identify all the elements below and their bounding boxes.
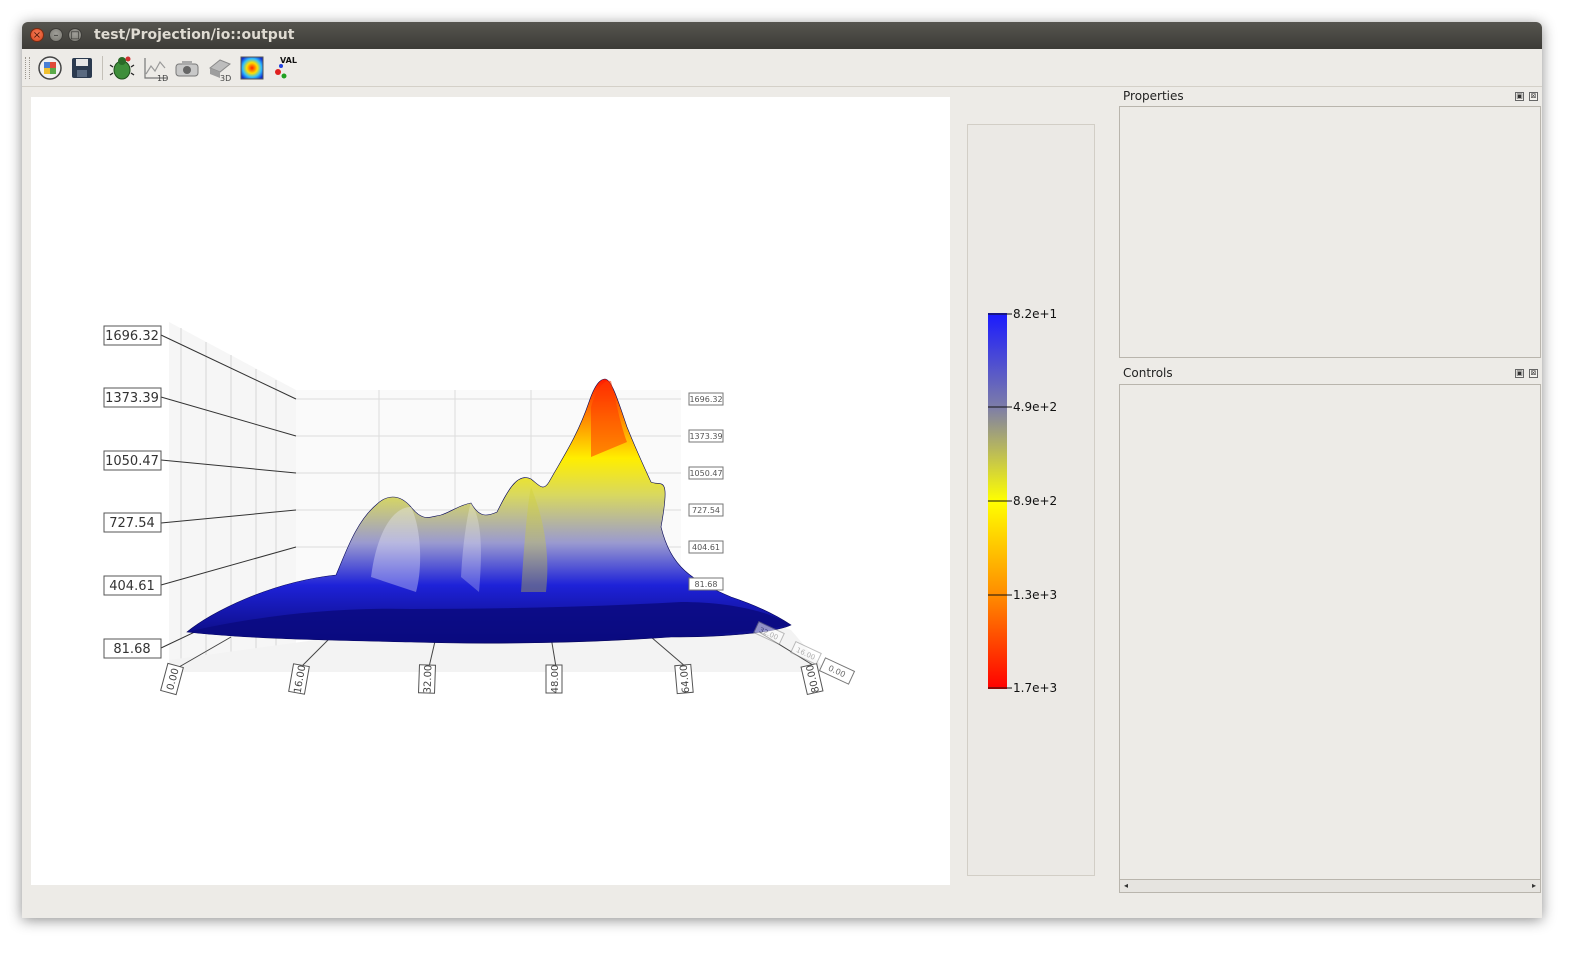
x-tick-label: 32.00 (423, 665, 435, 694)
z-tick-label-small: 1373.39 (689, 432, 722, 441)
z-tick-label-small: 1696.32 (689, 395, 722, 404)
title-bar[interactable]: × – □ test/Projection/io::output (22, 22, 1542, 49)
z-axis-labels-right: 1696.32 1373.39 1050.47 727.54 404.61 81… (688, 392, 724, 591)
close-window-button[interactable]: × (30, 28, 44, 42)
colorbar-panel: 8.2e+1 4.9e+2 8.9e+2 1.3e+3 1.7e+3 (967, 124, 1095, 876)
scroll-left-icon[interactable]: ◂ (1120, 880, 1132, 892)
properties-panel (1119, 106, 1541, 358)
z-tick-label-small: 404.61 (692, 543, 720, 552)
z-tick-label: 1373.39 (105, 391, 159, 406)
controls-float-icon[interactable]: ▣ (1515, 369, 1524, 378)
properties-close-icon[interactable]: ⊠ (1529, 92, 1538, 101)
z-tick-label-small: 727.54 (692, 506, 720, 515)
plot-1d-icon: 1D (144, 58, 168, 83)
reset-view-button[interactable] (36, 54, 64, 82)
depth-axis-label-front: 0.00 (818, 657, 856, 685)
plot-1d-label: 1D (157, 74, 168, 82)
x-tick-label: 48.00 (550, 665, 561, 694)
plot-1d-button[interactable]: 1D (141, 54, 169, 83)
z-tick-label: 1696.32 (105, 329, 159, 344)
values-icon: VAL UES (275, 56, 318, 79)
debug-bug-icon (109, 56, 135, 80)
properties-dock-title: Properties (1123, 89, 1184, 103)
view-3d-label: 3D (220, 74, 231, 82)
z-tick-label-small: 1050.47 (689, 469, 722, 478)
minimize-window-button[interactable]: – (49, 28, 63, 42)
values-label: VAL UES (280, 56, 299, 65)
controls-dock-title: Controls (1123, 366, 1173, 380)
colorbar-label: 1.7e+3 (1013, 681, 1057, 695)
colorbar-label: 4.9e+2 (1013, 400, 1057, 414)
z-tick-label: 81.68 (113, 642, 150, 657)
controls-panel-lower (1119, 563, 1541, 880)
reset-view-icon (38, 56, 62, 80)
z-tick-label: 1050.47 (105, 454, 159, 469)
z-axis-labels-left: 1696.32 1373.39 1050.47 727.54 404.61 81… (103, 325, 162, 659)
app-window: × – □ test/Projection/io::output 1D 3D V… (22, 22, 1542, 918)
view-3d-button[interactable]: 3D (206, 54, 234, 83)
z-tick-label: 404.61 (109, 579, 155, 594)
debug-button[interactable] (108, 54, 136, 82)
z-tick-label: 727.54 (109, 516, 155, 531)
plot-3d-canvas[interactable]: 1696.32 1373.39 1050.47 727.54 404.61 81… (31, 97, 950, 885)
colorbar: 8.2e+1 4.9e+2 8.9e+2 1.3e+3 1.7e+3 (988, 307, 1057, 695)
save-icon (72, 58, 92, 78)
properties-float-icon[interactable]: ▣ (1515, 92, 1524, 101)
controls-horizontal-scrollbar[interactable]: ◂ ▸ (1119, 879, 1541, 893)
values-button[interactable]: VAL UES (271, 54, 318, 82)
surface-plot: 1696.32 1373.39 1050.47 727.54 404.61 81… (103, 322, 856, 696)
colorbar-label: 8.9e+2 (1013, 494, 1057, 508)
camera-button[interactable] (173, 54, 201, 82)
controls-close-icon[interactable]: ⊠ (1529, 369, 1538, 378)
controls-panel (1119, 384, 1541, 564)
heatmap-icon (240, 56, 264, 80)
toolbar-grip[interactable] (25, 57, 30, 79)
colorbar-label: 1.3e+3 (1013, 588, 1057, 602)
save-button[interactable] (68, 54, 96, 82)
z-tick-label-small: 81.68 (695, 580, 718, 589)
heatmap-button[interactable] (238, 54, 266, 82)
maximize-window-button[interactable]: □ (68, 28, 82, 42)
toolbar: 1D 3D VAL (22, 49, 1542, 87)
view-3d-icon: 3D (209, 59, 231, 83)
toolbar-separator (102, 56, 103, 80)
colorbar-label: 8.2e+1 (1013, 307, 1057, 321)
camera-icon (175, 61, 199, 77)
scroll-right-icon[interactable]: ▸ (1528, 880, 1540, 892)
window-title: test/Projection/io::output (94, 27, 295, 43)
